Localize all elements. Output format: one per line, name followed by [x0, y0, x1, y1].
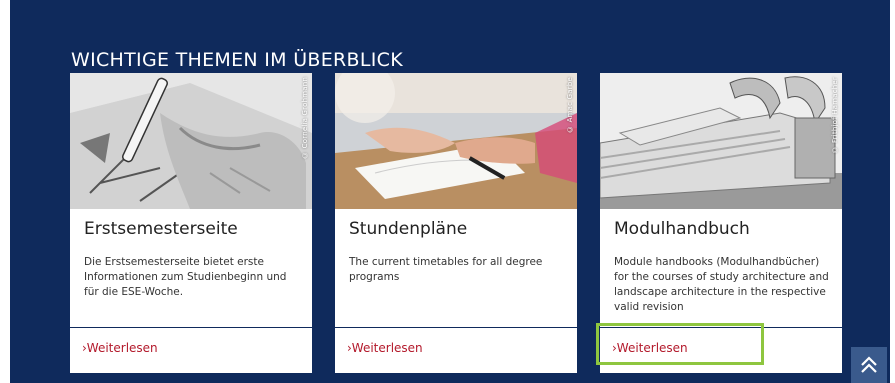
section-title: WICHTIGE THEMEN IM ÜBERBLICK [71, 48, 404, 71]
double-chevron-up-icon [861, 356, 877, 373]
photo-credit: © Frithjof Hamacher [831, 77, 839, 154]
drawing-hand-photo [70, 73, 312, 209]
read-more-link[interactable]: ›Weiterlesen [82, 341, 158, 355]
card-divider [70, 327, 312, 328]
binders-photo [600, 73, 842, 209]
card-title[interactable]: Erstsemesterseite [84, 219, 238, 239]
card-description: The current timetables for all degree pr… [349, 256, 543, 283]
card-stundenplaene[interactable]: © Amac Garbe Stundenpläne The current ti… [335, 73, 577, 373]
card-erstsemesterseite[interactable]: © Cornelia Grohmann Erstsemesterseite Di… [70, 73, 312, 373]
card-image[interactable]: © Amac Garbe [335, 73, 577, 209]
card-image[interactable]: © Cornelia Grohmann [70, 73, 312, 209]
card-description: Module handbooks (Modulhandbücher) for t… [614, 256, 829, 313]
photo-credit: © Cornelia Grohmann [301, 77, 309, 159]
card-title[interactable]: Stundenpläne [349, 219, 467, 239]
card-description: Die Erstsemesterseite bietet erste Infor… [84, 256, 287, 298]
scroll-to-top-button[interactable] [851, 347, 887, 383]
focus-highlight [596, 323, 764, 365]
photo-credit: © Amac Garbe [566, 77, 574, 133]
read-more-link[interactable]: ›Weiterlesen [347, 341, 423, 355]
card-title[interactable]: Modulhandbuch [614, 219, 750, 239]
card-divider [335, 327, 577, 328]
students-writing-photo [335, 73, 577, 209]
card-image[interactable]: © Frithjof Hamacher [600, 73, 842, 209]
